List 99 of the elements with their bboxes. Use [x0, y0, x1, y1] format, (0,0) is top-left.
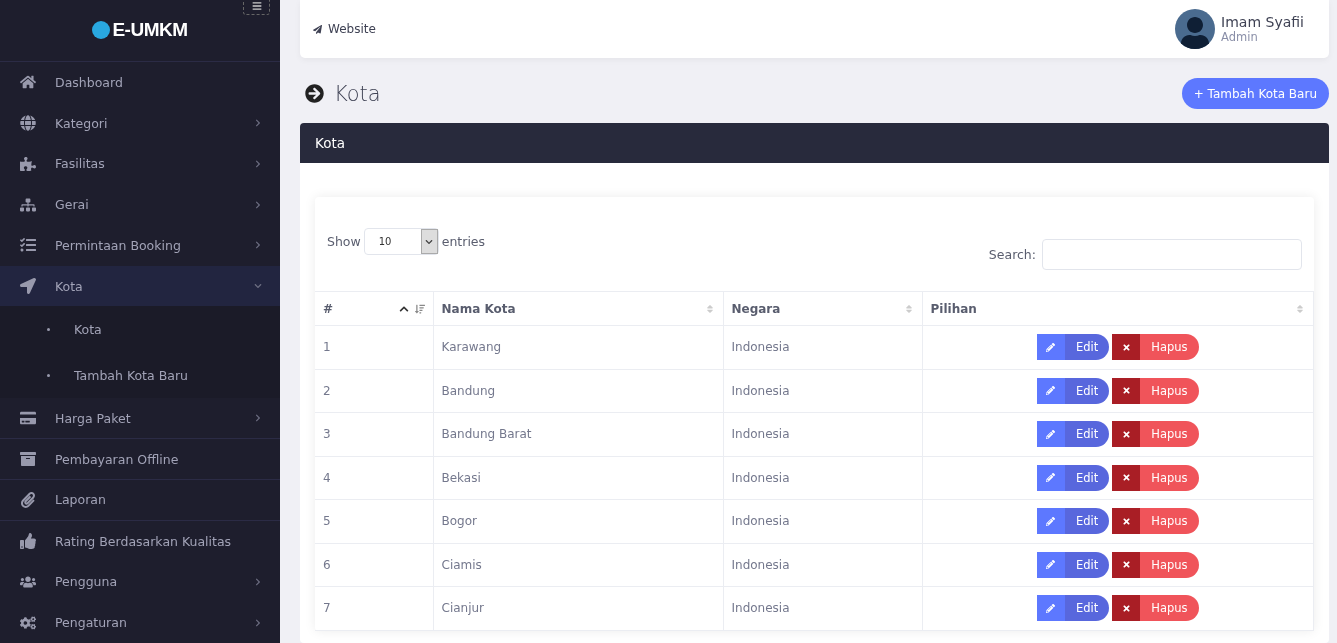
close-icon	[1121, 560, 1131, 570]
puzzle-icon	[20, 155, 36, 172]
table-cell: Bogor	[433, 499, 723, 543]
edit-button[interactable]: Edit	[1036, 508, 1110, 535]
delete-button[interactable]: Hapus	[1112, 421, 1199, 448]
sidebar-item[interactable]: Fasilitas	[0, 143, 280, 185]
sidebar-item[interactable]: Pembayaran Offline	[0, 439, 280, 480]
table-cell: 7	[315, 586, 433, 630]
table-cell: 6	[315, 543, 433, 587]
table-cell: Bandung	[433, 369, 723, 413]
table-cell: Indonesia	[723, 325, 922, 369]
sidebar-item[interactable]: Gerai	[0, 184, 280, 225]
pencil-icon	[1046, 603, 1056, 613]
table-cell: Indonesia	[723, 586, 922, 630]
paper-plane-icon	[313, 24, 322, 34]
sitemap-icon	[20, 196, 36, 213]
menu-toggle-button[interactable]	[243, 0, 270, 15]
thumbs-up-icon	[20, 533, 36, 550]
pencil-icon	[1046, 516, 1056, 526]
archive-icon	[20, 451, 36, 468]
delete-button[interactable]: Hapus	[1112, 595, 1199, 622]
table-cell: Bekasi	[433, 456, 723, 500]
caret-icon	[425, 237, 434, 246]
sidebar-item[interactable]: Permintaan Booking	[0, 224, 280, 266]
close-icon	[1121, 429, 1131, 439]
person-silhouette-icon	[1179, 17, 1212, 49]
table-cell: Indonesia	[723, 412, 922, 456]
delete-button[interactable]: Hapus	[1112, 377, 1199, 404]
column-header[interactable]: Nama Kota	[433, 291, 723, 326]
edit-button[interactable]: Edit	[1036, 551, 1110, 578]
sidebar-item[interactable]: Dashboard	[0, 61, 280, 103]
user-role: Admin	[1221, 30, 1259, 44]
menu-icon	[251, 0, 262, 11]
table-cell: Indonesia	[723, 543, 922, 587]
edit-button[interactable]: Edit	[1036, 595, 1110, 622]
sort-icon	[704, 303, 715, 314]
sort-icon	[1295, 303, 1305, 314]
table-cell: 1	[315, 325, 433, 369]
close-icon	[1121, 342, 1131, 352]
show-label: Show	[327, 234, 361, 249]
add-city-button[interactable]: + Tambah Kota Baru	[1181, 78, 1329, 109]
close-icon	[1121, 386, 1131, 396]
sidebar-item[interactable]: Harga Paket	[0, 398, 280, 440]
globe-icon	[20, 115, 36, 131]
website-link[interactable]: Website	[313, 22, 376, 36]
pencil-icon	[1046, 473, 1056, 483]
pencil-icon	[1046, 429, 1056, 439]
sidebar-item[interactable]: Laporan	[0, 479, 280, 521]
table-cell: Bandung Barat	[433, 412, 723, 456]
table-cell: Indonesia	[723, 369, 922, 413]
column-header[interactable]: #	[315, 291, 433, 326]
close-icon	[1121, 516, 1131, 526]
sidebar-item[interactable]: Kota	[0, 265, 280, 307]
user-name: Imam Syafii	[1221, 14, 1304, 30]
table-cell: Karawang	[433, 325, 723, 369]
table-cell: Indonesia	[723, 499, 922, 543]
edit-button[interactable]: Edit	[1036, 334, 1110, 361]
table-cell: Cianjur	[433, 586, 723, 630]
house-icon	[20, 74, 36, 91]
column-header[interactable]: Pilihan	[922, 291, 1314, 326]
search-field[interactable]	[1042, 239, 1302, 270]
edit-button[interactable]: Edit	[1036, 464, 1110, 491]
entries-select[interactable]: 10	[363, 228, 439, 255]
sidebar-item[interactable]: Pengaturan	[0, 602, 280, 643]
card-header: Kota	[300, 123, 1329, 163]
sidebar-item[interactable]: Kategori	[0, 102, 280, 144]
table-cell: Ciamis	[433, 543, 723, 587]
column-header[interactable]: Negara	[723, 291, 922, 326]
table-cell: Indonesia	[723, 456, 922, 500]
delete-button[interactable]: Hapus	[1112, 551, 1199, 578]
paperclip-icon	[20, 491, 36, 508]
pencil-icon	[1046, 560, 1056, 570]
delete-button[interactable]: Hapus	[1112, 508, 1199, 535]
table-cell: 5	[315, 499, 433, 543]
delete-button[interactable]: Hapus	[1112, 464, 1199, 491]
edit-button[interactable]: Edit	[1036, 421, 1110, 448]
page-title: Kota	[334, 81, 381, 106]
sort-ascending-icon	[398, 303, 425, 314]
cogs-icon	[20, 614, 36, 631]
sidebar-item[interactable]: Rating Berdasarkan Kualitas	[0, 520, 280, 562]
sidebar-item[interactable]: Pengguna	[0, 561, 280, 603]
brand-name: E-UMKM	[112, 19, 188, 42]
table-cell: 3	[315, 412, 433, 456]
pencil-icon	[1046, 386, 1056, 396]
entries-label: entries	[441, 234, 486, 249]
delete-button[interactable]: Hapus	[1112, 334, 1199, 361]
pencil-icon	[1046, 342, 1056, 352]
sidebar-subitem[interactable]: Kota	[0, 306, 280, 353]
close-icon	[1121, 603, 1131, 613]
edit-button[interactable]: Edit	[1036, 377, 1110, 404]
location-arrow-icon	[20, 278, 36, 294]
credit-card-icon	[20, 410, 36, 427]
sort-icon	[903, 303, 914, 314]
close-icon	[1121, 473, 1131, 483]
search-label: Search:	[988, 247, 1036, 262]
checklist-icon	[20, 237, 36, 254]
table-cell: 2	[315, 369, 433, 413]
table-cell: 4	[315, 456, 433, 500]
sidebar-subitem[interactable]: Tambah Kota Baru	[0, 352, 280, 399]
